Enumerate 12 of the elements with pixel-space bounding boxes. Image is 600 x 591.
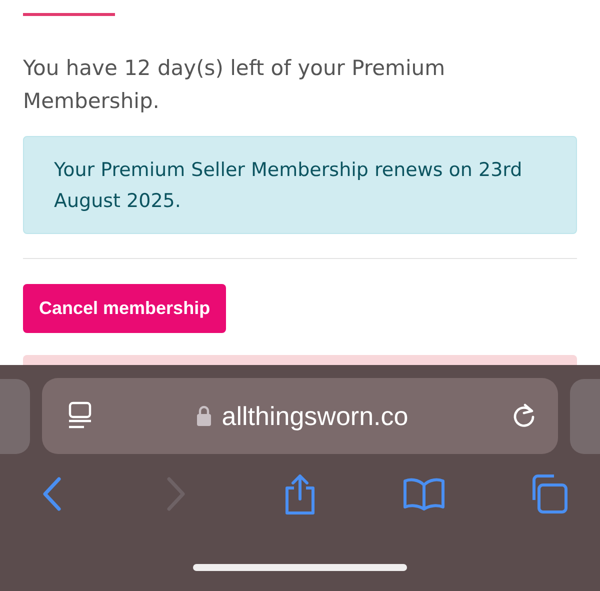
address-bar[interactable]: allthingsworn.co xyxy=(42,378,558,454)
back-icon[interactable] xyxy=(41,476,63,512)
lock-icon xyxy=(196,405,212,427)
renewal-notice: Your Premium Seller Membership renews on 23rd August 2025. xyxy=(23,136,577,234)
adjacent-tab-preview[interactable] xyxy=(0,378,30,454)
book-icon[interactable] xyxy=(402,477,446,511)
url-text: allthingsworn.co xyxy=(222,400,408,432)
adjacent-tab-preview[interactable] xyxy=(570,378,600,454)
membership-remaining-text: You have 12 day(s) left of your Premium Membership. xyxy=(23,54,446,115)
share-icon[interactable] xyxy=(283,473,317,515)
reader-icon[interactable] xyxy=(66,401,94,431)
cancel-membership-button[interactable]: Cancel membership xyxy=(23,284,226,334)
